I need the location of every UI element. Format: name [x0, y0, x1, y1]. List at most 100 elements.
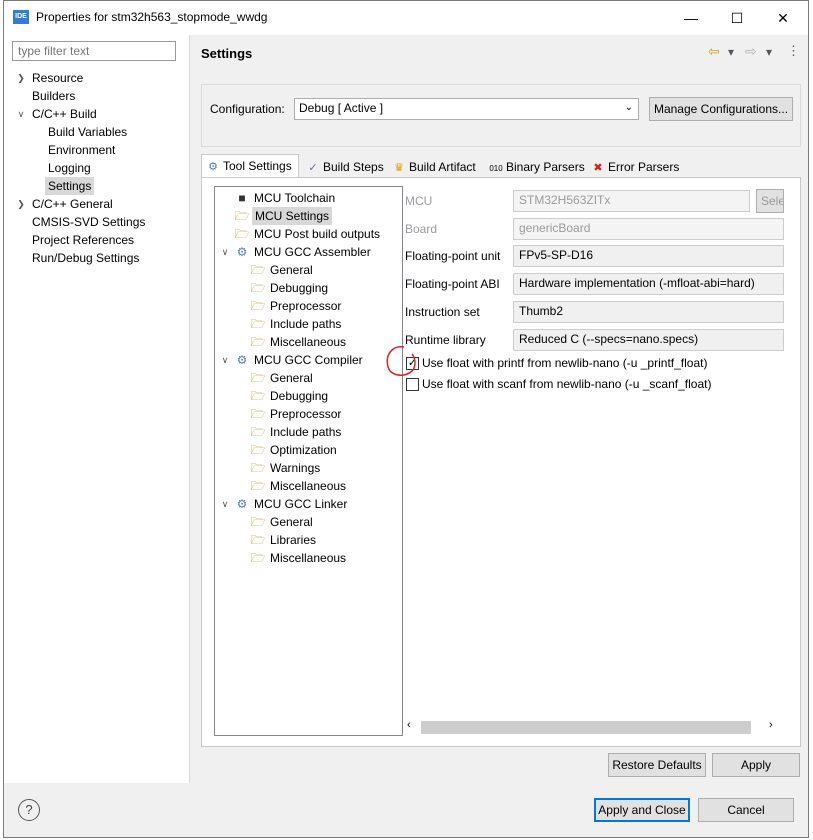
folder-icon: 🗁 [250, 515, 266, 529]
cancel-button[interactable]: Cancel [698, 798, 794, 822]
tool-item-mcu-settings[interactable]: MCU Settings [252, 207, 333, 225]
close-button[interactable]: ✕ [760, 1, 806, 35]
configuration-select[interactable]: Debug [ Active ] ⌄ [294, 98, 639, 120]
fpu-select[interactable]: FPv5-SP-D16 [513, 245, 784, 267]
title-bar: IDE Properties for stm32h563_stopmode_ww… [4, 1, 808, 35]
annotation-circle [386, 346, 416, 376]
folder-icon: 🗁 [250, 299, 266, 313]
tool-item-mcu-toolchain[interactable]: MCU Toolchain [254, 189, 335, 207]
folder-icon: 🗁 [250, 479, 266, 493]
collapse-icon[interactable]: ∨ [220, 495, 230, 513]
back-dropdown-icon[interactable]: ▾ [728, 45, 734, 59]
board-field: genericBoard [513, 218, 784, 240]
scrollbar-thumb[interactable] [421, 721, 751, 734]
expand-icon[interactable]: ❯ [16, 69, 26, 87]
tool-item-cc-warnings[interactable]: Warnings [270, 459, 320, 477]
configuration-group: Configuration: Debug [ Active ] ⌄ Manage… [201, 84, 801, 147]
window-title: Properties for stm32h563_stopmode_wwdg [36, 10, 268, 24]
collapse-icon[interactable]: ∨ [220, 351, 230, 369]
tool-item-assembler[interactable]: MCU GCC Assembler [254, 243, 371, 261]
forward-dropdown-icon[interactable]: ▾ [766, 45, 772, 59]
configuration-label: Configuration: [210, 102, 285, 116]
nav-item-run-debug[interactable]: Run/Debug Settings [32, 249, 139, 267]
tab-label: Tool Settings [223, 159, 292, 173]
tool-item-cc-optimization[interactable]: Optimization [270, 441, 337, 459]
filter-input[interactable] [12, 41, 176, 61]
tool-settings-icon: ⚙ [208, 161, 218, 173]
scroll-right-icon[interactable]: › [769, 719, 773, 731]
tool-item-cc-preprocessor[interactable]: Preprocessor [270, 405, 341, 423]
gear-icon: ⚙ [236, 245, 248, 259]
tool-item-cc-miscellaneous[interactable]: Miscellaneous [270, 477, 346, 495]
collapse-icon[interactable]: ∨ [220, 243, 230, 261]
tool-item-compiler[interactable]: MCU GCC Compiler [254, 351, 363, 369]
gear-icon: ⚙ [236, 497, 248, 511]
maximize-icon: ☐ [730, 10, 744, 26]
collapse-icon[interactable]: ∨ [16, 105, 26, 123]
nav-item-project-references[interactable]: Project References [32, 231, 134, 249]
forward-arrow-icon[interactable]: ⇨ [745, 43, 757, 60]
nav-item-logging[interactable]: Logging [48, 159, 91, 177]
tool-item-ld-general[interactable]: General [270, 513, 313, 531]
nav-item-environment[interactable]: Environment [48, 141, 115, 159]
minimize-button[interactable]: — [668, 1, 714, 35]
tool-item-linker[interactable]: MCU GCC Linker [254, 495, 347, 513]
fpu-label: Floating-point unit [405, 249, 501, 263]
nav-item-cpp-build[interactable]: C/C++ Build [32, 105, 97, 123]
tool-item-asm-preprocessor[interactable]: Preprocessor [270, 297, 341, 315]
nav-item-resource[interactable]: Resource [32, 69, 83, 87]
tool-item-asm-debugging[interactable]: Debugging [270, 279, 328, 297]
nav-item-settings[interactable]: Settings [45, 177, 95, 195]
tab-binary-parsers[interactable]: 010 Binary Parsers [484, 155, 584, 177]
board-label: Board [405, 222, 438, 236]
printf-float-label: Use float with printf from newlib-nano (… [422, 356, 708, 370]
tool-item-cc-general[interactable]: General [270, 369, 313, 387]
tab-label: Build Artifact [409, 160, 476, 174]
tool-item-asm-miscellaneous[interactable]: Miscellaneous [270, 333, 346, 351]
maximize-button[interactable]: ☐ [714, 1, 760, 35]
tool-item-ld-miscellaneous[interactable]: Miscellaneous [270, 549, 346, 567]
folder-icon: 🗁 [250, 371, 266, 385]
mcu-field: STM32H563ZITx [513, 190, 750, 212]
folder-icon: 🗁 [250, 461, 266, 475]
more-menu-icon[interactable]: ⋮ [787, 43, 800, 59]
tab-label: Error Parsers [608, 160, 680, 174]
fabi-select[interactable]: Hardware implementation (-mfloat-abi=har… [513, 273, 784, 295]
folder-icon: 🗁 [250, 263, 266, 277]
manage-configurations-button[interactable]: Manage Configurations... [649, 97, 793, 121]
scroll-left-icon[interactable]: ‹ [407, 719, 411, 731]
apply-button[interactable]: Apply [712, 753, 800, 777]
runtime-select[interactable]: Reduced C (--specs=nano.specs) [513, 329, 784, 351]
help-icon[interactable]: ? [18, 799, 40, 821]
tool-item-asm-general[interactable]: General [270, 261, 313, 279]
nav-item-cpp-general[interactable]: C/C++ General [32, 195, 113, 213]
configuration-value: Debug [ Active ] [299, 101, 384, 115]
nav-item-builders[interactable]: Builders [32, 87, 75, 105]
tool-item-asm-include-paths[interactable]: Include paths [270, 315, 341, 333]
tab-build-artifact[interactable]: ♛ Build Artifact [387, 155, 481, 177]
iset-select[interactable]: Thumb2 [513, 301, 784, 323]
nav-panel: ❯ Resource Builders ∨ C/C++ Build Build … [4, 35, 190, 783]
folder-icon: 🗁 [250, 425, 266, 439]
restore-defaults-button[interactable]: Restore Defaults [608, 753, 706, 777]
tab-tool-settings[interactable]: ⚙ Tool Settings [201, 154, 299, 178]
apply-and-close-button[interactable]: Apply and Close [594, 798, 690, 822]
horizontal-scrollbar[interactable]: ‹ › [405, 719, 785, 736]
tool-item-mcu-post-build[interactable]: MCU Post build outputs [254, 225, 380, 243]
nav-item-build-variables[interactable]: Build Variables [48, 123, 127, 141]
folder-icon: 🗁 [250, 317, 266, 331]
folder-icon: 🗁 [250, 533, 266, 547]
back-arrow-icon[interactable]: ⇦ [708, 43, 720, 60]
tool-item-cc-debugging[interactable]: Debugging [270, 387, 328, 405]
folder-icon: 🗁 [234, 209, 250, 223]
nav-item-cmsis-svd[interactable]: CMSIS-SVD Settings [32, 213, 145, 231]
properties-window: IDE Properties for stm32h563_stopmode_ww… [3, 0, 809, 838]
tool-item-ld-libraries[interactable]: Libraries [270, 531, 316, 549]
tab-error-parsers[interactable]: ✖ Error Parsers [586, 155, 680, 177]
mcu-label: MCU [405, 194, 433, 208]
page-header: Settings ⇦ ▾ ⇨ ▾ ⋮ [190, 35, 808, 69]
minimize-icon: — [684, 10, 698, 26]
tab-build-steps[interactable]: ✓ Build Steps [301, 155, 383, 177]
tool-item-cc-include-paths[interactable]: Include paths [270, 423, 341, 441]
expand-icon[interactable]: ❯ [16, 195, 26, 213]
